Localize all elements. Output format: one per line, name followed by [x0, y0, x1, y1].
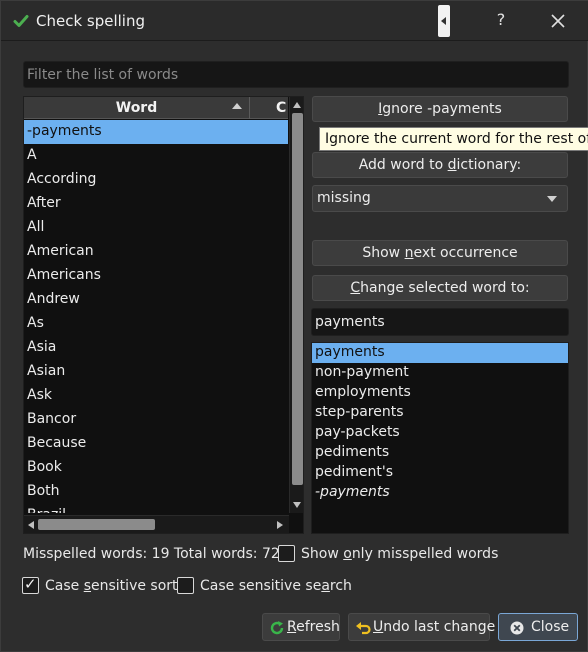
check-spelling-dialog: Check spelling ? Filter the list of word…: [0, 0, 588, 652]
word-list-item[interactable]: Asian: [24, 360, 288, 384]
mnemonic: s: [83, 578, 92, 594]
suggestion-item[interactable]: pay-packets: [312, 423, 568, 443]
suggestion-item[interactable]: non-payment: [312, 363, 568, 383]
help-button[interactable]: ?: [491, 10, 511, 29]
chevron-down-icon: [547, 196, 557, 202]
word-list-item[interactable]: Asia: [24, 336, 288, 360]
suggestion-item[interactable]: pediments: [312, 443, 568, 463]
word-list-item[interactable]: After: [24, 192, 288, 216]
undo-last-change-button[interactable]: Undo last change: [348, 613, 495, 641]
label-part: nly misspelled words: [351, 546, 499, 562]
show-next-occurrence-button[interactable]: Show next occurrence: [312, 240, 568, 266]
label-part: Case sensitive se: [200, 578, 322, 594]
scroll-up-icon[interactable]: [293, 102, 301, 108]
title-bar: Check spelling ?: [1, 1, 588, 41]
only-misspelled-label[interactable]: Show only misspelled words: [301, 546, 498, 562]
mnemonic: U: [373, 619, 384, 635]
close-button[interactable]: Close: [498, 613, 578, 641]
checkmark-icon: [13, 15, 29, 27]
label-part: ndo last change: [383, 619, 496, 635]
label-part: gnore -payments: [382, 101, 502, 117]
label-part: ictionary:: [456, 157, 522, 173]
refresh-button[interactable]: Refresh: [262, 613, 340, 641]
dictionary-select[interactable]: missing: [312, 185, 568, 212]
word-list-rows: -payments A According After All American Ameri…: [24, 120, 288, 513]
word-list-item[interactable]: Both: [24, 480, 288, 504]
suggestion-item[interactable]: pediment's: [312, 463, 568, 483]
word-list[interactable]: Word C -payments A According After All Americ…: [23, 96, 304, 534]
word-list-item[interactable]: Bancor: [24, 408, 288, 432]
word-list-item[interactable]: All: [24, 216, 288, 240]
suggestion-item[interactable]: step-parents: [312, 403, 568, 423]
dictionary-select-value: missing: [317, 190, 371, 206]
label-part: efresh: [296, 619, 340, 635]
refresh-icon: [270, 621, 284, 635]
scroll-thumb[interactable]: [38, 519, 155, 530]
sort-ascending-icon: [232, 103, 242, 109]
tooltip: Ignore the current word for the rest of …: [319, 127, 588, 151]
suggestion-item[interactable]: -payments: [312, 483, 568, 503]
word-list-item[interactable]: According: [24, 168, 288, 192]
word-list-item[interactable]: Ask: [24, 384, 288, 408]
label-part: Add word to: [358, 157, 448, 173]
word-list-item[interactable]: Brazil: [24, 504, 288, 513]
word-stats: Misspelled words: 19 Total words: 727: [23, 546, 289, 562]
ignore-word-button[interactable]: Ignore -payments: [312, 96, 568, 122]
add-to-dictionary-button[interactable]: Add word to dictionary:: [312, 152, 568, 178]
word-list-item[interactable]: Book: [24, 456, 288, 480]
word-list-item[interactable]: American: [24, 240, 288, 264]
word-list-header: Word C: [24, 97, 288, 119]
scroll-thumb[interactable]: [292, 113, 303, 485]
only-misspelled-checkbox[interactable]: [278, 545, 295, 562]
case-sensitive-sort-checkbox[interactable]: [22, 575, 39, 594]
word-list-item[interactable]: Andrew: [24, 288, 288, 312]
scroll-down-icon[interactable]: [293, 502, 301, 508]
scroll-left-icon[interactable]: [28, 521, 34, 529]
word-list-vertical-scrollbar[interactable]: [289, 97, 303, 513]
label-part: Show: [301, 546, 344, 562]
label-part: Case: [45, 578, 84, 594]
mnemonic: C: [350, 280, 361, 296]
mnemonic: d: [447, 157, 457, 173]
label-part: Show: [362, 245, 405, 261]
filter-input[interactable]: Filter the list of words: [23, 61, 569, 88]
column-header-count[interactable]: C: [276, 97, 290, 119]
label-part: ext occurrence: [413, 245, 518, 261]
replacement-input[interactable]: payments: [311, 308, 569, 336]
close-icon[interactable]: [547, 10, 569, 32]
mnemonic: R: [287, 619, 297, 635]
word-list-item[interactable]: Because: [24, 432, 288, 456]
suggestions-list[interactable]: payments non-payment employments step-paren…: [311, 342, 569, 534]
collapse-handle[interactable]: [438, 5, 450, 37]
close-circle-icon: [510, 621, 524, 635]
suggestion-item[interactable]: employments: [312, 383, 568, 403]
change-selected-word-button[interactable]: Change selected word to:: [312, 275, 568, 301]
word-list-item[interactable]: A: [24, 144, 288, 168]
case-sensitive-sort-label[interactable]: Case sensitive sort: [45, 578, 178, 594]
window-title: Check spelling: [36, 12, 146, 30]
case-sensitive-search-label[interactable]: Case sensitive search: [200, 578, 352, 594]
undo-icon: [356, 622, 371, 635]
label-part: hange selected word to:: [360, 280, 530, 296]
word-list-item[interactable]: Americans: [24, 264, 288, 288]
case-sensitive-search-checkbox[interactable]: [177, 577, 194, 594]
suggestion-item[interactable]: payments: [312, 343, 568, 363]
word-list-item[interactable]: -payments: [24, 120, 288, 144]
label-part: ensitive sort: [91, 578, 178, 594]
mnemonic: a: [321, 578, 330, 594]
mnemonic: o: [343, 546, 352, 562]
label-part: rch: [329, 578, 352, 594]
word-list-horizontal-scrollbar[interactable]: [24, 515, 289, 533]
column-header-word[interactable]: Word: [24, 97, 250, 119]
close-button-label: Close: [531, 619, 570, 635]
word-list-item[interactable]: As: [24, 312, 288, 336]
scroll-right-icon[interactable]: [277, 521, 283, 529]
